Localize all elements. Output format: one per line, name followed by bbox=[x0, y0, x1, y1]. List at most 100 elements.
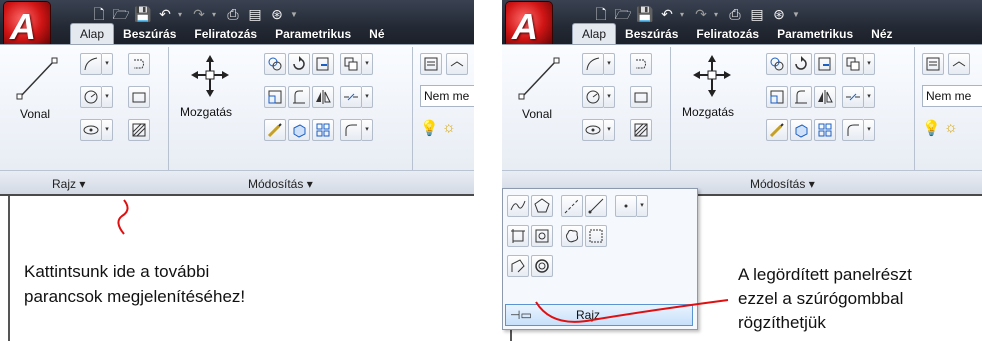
pushpin-icon[interactable]: ⊣▭ bbox=[510, 308, 532, 322]
layer-properties-button[interactable] bbox=[922, 53, 944, 75]
array-3d-button[interactable] bbox=[790, 119, 812, 141]
tab-parametrikus[interactable]: Parametrikus bbox=[768, 24, 862, 44]
region-button[interactable] bbox=[531, 225, 553, 247]
stretch-button[interactable] bbox=[264, 86, 286, 108]
save-icon[interactable]: 💾 bbox=[134, 6, 152, 22]
polyline-button[interactable] bbox=[582, 53, 604, 75]
ray-button[interactable] bbox=[585, 195, 607, 217]
new-file-icon[interactable]: 🗋 bbox=[90, 6, 108, 22]
line-button[interactable]: Vonal bbox=[14, 53, 62, 133]
panel-modify-expander[interactable]: Módosítás ▾ bbox=[750, 177, 815, 191]
stretch-button[interactable] bbox=[766, 86, 788, 108]
layer-combo[interactable]: Nem me bbox=[922, 85, 982, 107]
ellipse-dropdown[interactable]: ▾ bbox=[604, 119, 615, 141]
spline-button[interactable] bbox=[630, 53, 652, 75]
break-dropdown[interactable]: ▾ bbox=[362, 86, 373, 108]
circle-button[interactable] bbox=[80, 86, 102, 108]
copy-button[interactable] bbox=[766, 53, 788, 75]
polyline-dropdown[interactable]: ▾ bbox=[102, 53, 113, 75]
rectangle-button[interactable] bbox=[630, 86, 652, 108]
copy-button[interactable] bbox=[264, 53, 286, 75]
mirror-button[interactable] bbox=[814, 86, 836, 108]
rectangle-button[interactable] bbox=[128, 86, 150, 108]
spline-fit-button[interactable] bbox=[507, 195, 529, 217]
drawing-area[interactable]: Kattintsunk ide a további parancsok megj… bbox=[0, 194, 474, 341]
mirror-button[interactable] bbox=[312, 86, 334, 108]
array-button[interactable] bbox=[312, 119, 334, 141]
xline-button[interactable] bbox=[561, 195, 583, 217]
save-icon[interactable]: 💾 bbox=[636, 6, 654, 22]
polygon-button[interactable] bbox=[531, 195, 553, 217]
redo-dropdown-icon[interactable]: ▾ bbox=[714, 10, 722, 19]
hatch-button[interactable] bbox=[630, 119, 652, 141]
lightbulb-icon[interactable]: 💡 bbox=[922, 119, 941, 137]
hatch-button[interactable] bbox=[128, 119, 150, 141]
fillet-button[interactable] bbox=[790, 86, 812, 108]
tab-nezet[interactable]: Néz bbox=[862, 24, 901, 44]
point-button[interactable] bbox=[615, 195, 637, 217]
trim-button[interactable] bbox=[814, 53, 836, 75]
revision-cloud-button[interactable] bbox=[561, 225, 583, 247]
publish-icon[interactable]: ▤ bbox=[748, 6, 766, 22]
donut-button[interactable] bbox=[531, 255, 553, 277]
rotate-button[interactable] bbox=[288, 53, 310, 75]
offset-button[interactable] bbox=[340, 119, 362, 141]
scale-button[interactable] bbox=[766, 119, 788, 141]
layer-properties-button[interactable] bbox=[420, 53, 442, 75]
break-button[interactable] bbox=[842, 86, 864, 108]
tab-nezet[interactable]: Né bbox=[360, 24, 393, 44]
erase-dropdown[interactable]: ▾ bbox=[362, 53, 373, 75]
ellipse-button[interactable] bbox=[80, 119, 102, 141]
break-button[interactable] bbox=[340, 86, 362, 108]
spline-button[interactable] bbox=[128, 53, 150, 75]
ellipse-button[interactable] bbox=[582, 119, 604, 141]
layer-state-button[interactable] bbox=[948, 53, 970, 75]
wipeout-button[interactable] bbox=[585, 225, 607, 247]
layer-state-button[interactable] bbox=[446, 53, 468, 75]
undo-icon[interactable]: ↶ bbox=[658, 6, 676, 22]
offset-button[interactable] bbox=[842, 119, 864, 141]
qat-customize-icon[interactable]: ▼ bbox=[290, 10, 298, 19]
sun-icon[interactable]: ☼ bbox=[442, 119, 456, 136]
qat-customize-icon[interactable]: ▼ bbox=[792, 10, 800, 19]
tab-alap[interactable]: Alap bbox=[70, 23, 115, 44]
panel-draw-expander[interactable]: Rajz ▾ bbox=[52, 177, 85, 191]
move-button[interactable]: Mozgatás bbox=[180, 53, 250, 133]
break-dropdown[interactable]: ▾ bbox=[864, 86, 875, 108]
tab-parametrikus[interactable]: Parametrikus bbox=[266, 24, 360, 44]
redo-icon[interactable]: ↷ bbox=[190, 6, 208, 22]
array-button[interactable] bbox=[814, 119, 836, 141]
open-folder-icon[interactable]: 🗁 bbox=[112, 6, 130, 22]
tab-feliratozas[interactable]: Feliratozás bbox=[687, 24, 768, 44]
scale-button[interactable] bbox=[264, 119, 286, 141]
undo-dropdown-icon[interactable]: ▾ bbox=[680, 10, 688, 19]
erase-button[interactable] bbox=[842, 53, 864, 75]
3d-polyline-button[interactable] bbox=[507, 255, 529, 277]
tab-beszuras[interactable]: Beszúrás bbox=[114, 24, 185, 44]
redo-icon[interactable]: ↷ bbox=[692, 6, 710, 22]
undo-icon[interactable]: ↶ bbox=[156, 6, 174, 22]
sun-icon[interactable]: ☼ bbox=[944, 119, 958, 136]
line-button[interactable]: Vonal bbox=[516, 53, 564, 133]
offset-dropdown[interactable]: ▾ bbox=[864, 119, 875, 141]
ellipse-dropdown[interactable]: ▾ bbox=[102, 119, 113, 141]
circle-dropdown[interactable]: ▾ bbox=[102, 86, 113, 108]
circle-dropdown[interactable]: ▾ bbox=[604, 86, 615, 108]
array-3d-button[interactable] bbox=[288, 119, 310, 141]
lightbulb-icon[interactable]: 💡 bbox=[420, 119, 439, 137]
redo-dropdown-icon[interactable]: ▾ bbox=[212, 10, 220, 19]
tab-feliratozas[interactable]: Feliratozás bbox=[185, 24, 266, 44]
polyline-button[interactable] bbox=[80, 53, 102, 75]
erase-dropdown[interactable]: ▾ bbox=[864, 53, 875, 75]
print-icon[interactable]: ⎙ bbox=[224, 6, 242, 22]
plot-icon[interactable]: ⊛ bbox=[268, 6, 286, 22]
fillet-button[interactable] bbox=[288, 86, 310, 108]
boundary-button[interactable] bbox=[507, 225, 529, 247]
tab-beszuras[interactable]: Beszúrás bbox=[616, 24, 687, 44]
circle-button[interactable] bbox=[582, 86, 604, 108]
move-button[interactable]: Mozgatás bbox=[682, 53, 752, 133]
erase-button[interactable] bbox=[340, 53, 362, 75]
print-icon[interactable]: ⎙ bbox=[726, 6, 744, 22]
offset-dropdown[interactable]: ▾ bbox=[362, 119, 373, 141]
tab-alap[interactable]: Alap bbox=[572, 23, 617, 44]
